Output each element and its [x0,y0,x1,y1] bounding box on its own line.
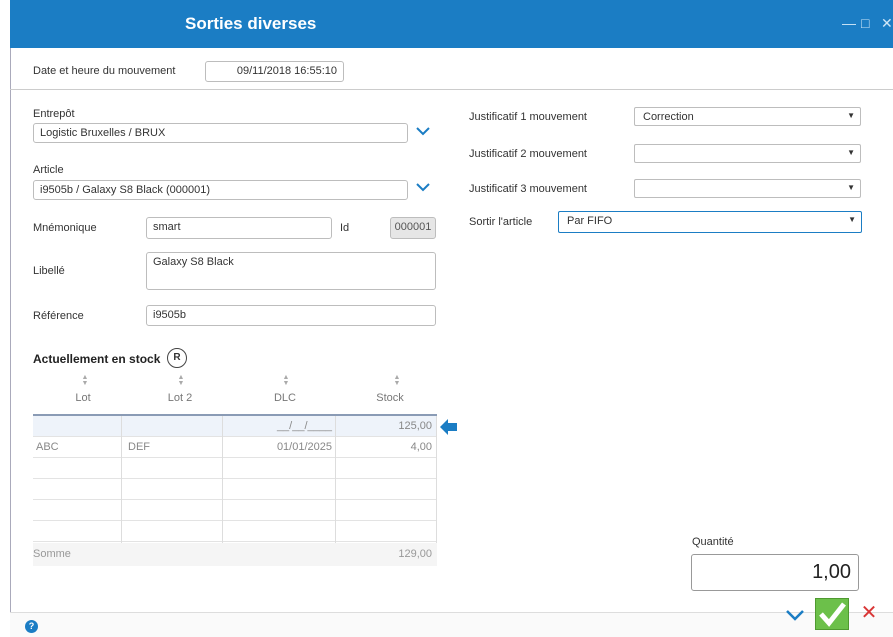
sort-icon[interactable]: ▲ ▼ [175,374,187,387]
cell-lot2: DEF [128,441,150,453]
justificatif-2-label: Justificatif 2 mouvement [469,148,587,160]
justificatif-3-label: Justificatif 3 mouvement [469,183,587,195]
checkmark-icon [819,602,846,627]
cell-stock: 125,00 [398,420,432,432]
sum-value: 129,00 [398,548,432,560]
article-field[interactable]: i9505b / Galaxy S8 Black (000001) [33,180,408,200]
cell-lot: ABC [36,441,59,453]
justificatif-3-select[interactable]: ▼ [634,179,861,198]
movement-datetime-label: Date et heure du mouvement [33,65,176,77]
sortir-article-label: Sortir l'article [469,216,533,228]
libelle-field[interactable]: Galaxy S8 Black [146,252,436,290]
cell-dlc: 01/01/2025 [276,441,332,453]
reference-label: Référence [33,310,84,322]
help-icon[interactable]: ? [25,620,38,633]
column-header-stock[interactable]: Stock [360,392,420,404]
cell-dlc: __/__/____ [276,420,332,432]
reference-field[interactable]: i9505b [146,305,436,326]
movement-datetime-field[interactable]: 09/11/2018 16:55:10 [205,61,344,82]
cancel-button[interactable]: ✕ [855,600,883,628]
table-row-empty [33,521,437,542]
confirm-button[interactable] [815,598,849,630]
title-bar: Sorties diverses — □ ✕ [10,0,893,48]
column-divider [222,416,223,543]
column-divider [121,416,122,543]
quantite-input[interactable]: 1,00 [691,554,859,591]
id-field: 000001 [390,217,436,239]
entrepot-field[interactable]: Logistic Bruxelles / BRUX [33,123,408,143]
refresh-badge-icon[interactable]: R [167,348,187,368]
entrepot-chevron-down-icon[interactable] [416,124,430,138]
column-header-lot[interactable]: Lot [53,392,113,404]
sortir-article-select[interactable]: Par FIFO ▼ [558,211,862,233]
dropdown-caret-icon: ▼ [847,183,855,192]
table-row[interactable]: __/__/____ 125,00 [33,416,437,437]
dropdown-caret-icon: ▼ [848,215,856,224]
justificatif-2-select[interactable]: ▼ [634,144,861,163]
table-row[interactable]: ABC DEF 01/01/2025 4,00 [33,437,437,458]
table-row-empty [33,479,437,500]
stock-grid: ▲ ▼ ▲ ▼ ▲ ▼ ▲ ▼ Lot Lot 2 DLC Stock __/__/__… [33,370,437,542]
chevron-down-button[interactable] [781,600,809,628]
column-header-lot2[interactable]: Lot 2 [150,392,210,404]
libelle-label: Libellé [33,265,65,277]
article-label: Article [33,164,64,176]
table-row-empty [33,500,437,521]
quantite-label: Quantité [692,536,734,548]
arrow-left-icon [440,419,457,438]
sum-label: Somme [33,548,71,560]
dropdown-caret-icon: ▼ [847,111,855,120]
minimize-button[interactable]: — [842,15,856,31]
window-border [10,48,11,613]
stock-grid-header: ▲ ▼ ▲ ▼ ▲ ▼ ▲ ▼ Lot Lot 2 DLC Stock [33,370,437,416]
entrepot-label: Entrepôt [33,108,75,120]
article-chevron-down-icon[interactable] [416,180,430,194]
sortir-article-value: Par FIFO [567,215,613,227]
footer-bar [10,612,893,637]
maximize-button[interactable]: □ [861,15,869,31]
justificatif-1-select[interactable]: Correction ▼ [634,107,861,126]
mnemonique-field[interactable]: smart [146,217,332,239]
table-row-empty [33,458,437,479]
justificatif-1-label: Justificatif 1 mouvement [469,111,587,123]
sort-icon[interactable]: ▲ ▼ [79,374,91,387]
close-button[interactable]: ✕ [881,15,893,32]
justificatif-1-value: Correction [643,111,694,123]
sort-icon[interactable]: ▲ ▼ [280,374,292,387]
stock-sum-row: Somme 129,00 [33,543,437,566]
sort-icon[interactable]: ▲ ▼ [391,374,403,387]
id-label: Id [340,222,350,234]
mnemonique-label: Mnémonique [33,222,97,234]
window-title: Sorties diverses [185,14,317,33]
column-header-dlc[interactable]: DLC [255,392,315,404]
dropdown-caret-icon: ▼ [847,148,855,157]
cell-stock: 4,00 [410,441,432,453]
stock-section-title: Actuellement en stock [33,352,161,366]
